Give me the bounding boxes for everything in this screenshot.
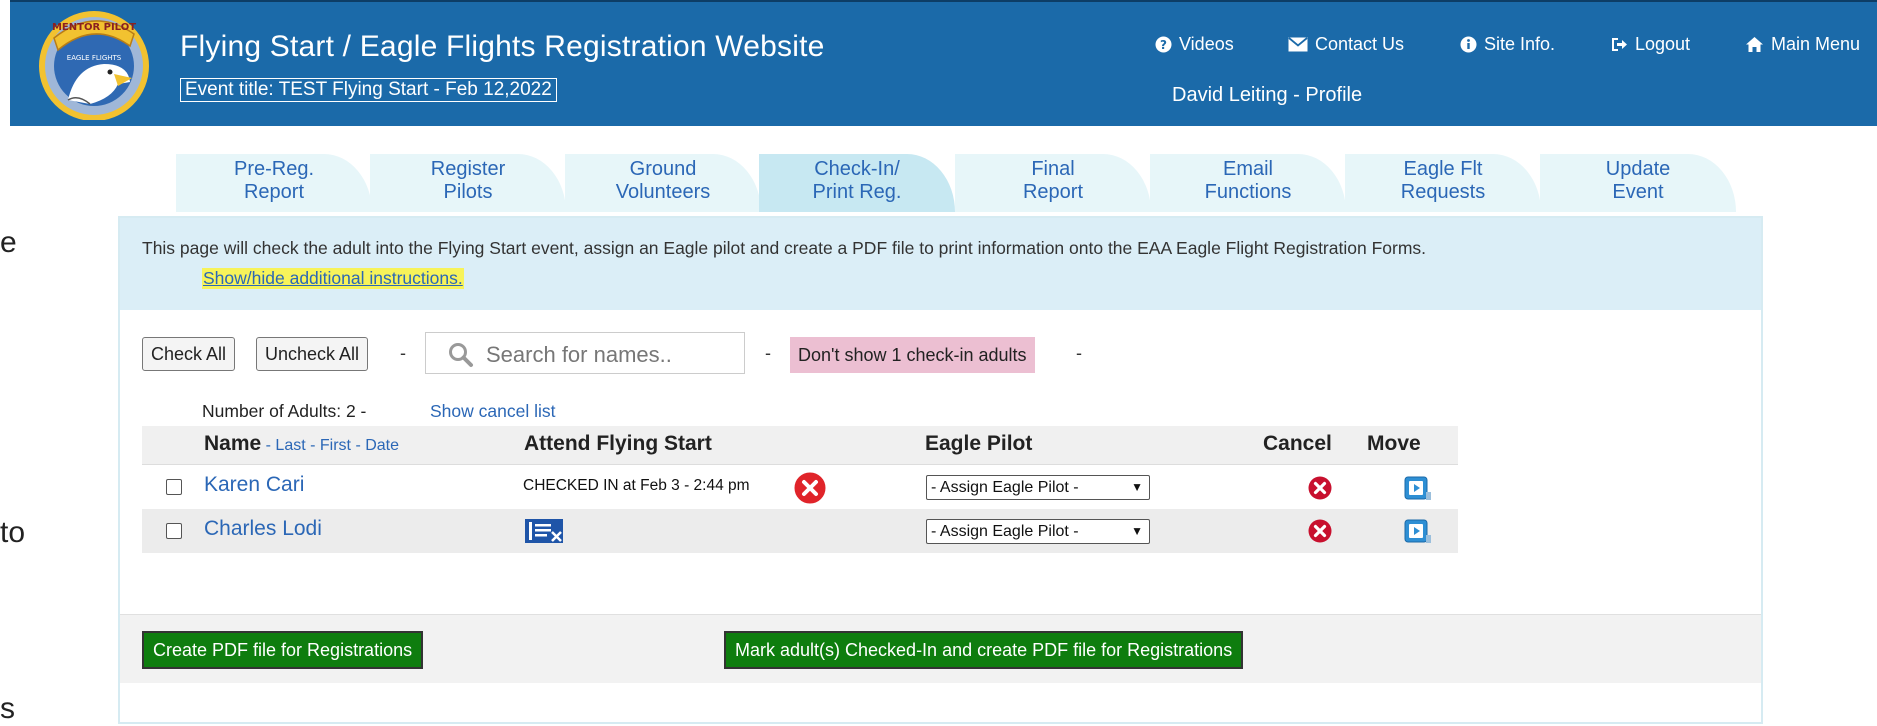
tab-label-line1: Email (1222, 158, 1273, 180)
mentor-pilot-logo: MENTOR PILOT EAGLE FLIGHTS (39, 11, 149, 120)
sort-links: - Last - First - Date (261, 437, 400, 454)
col-name-label: Name (204, 432, 262, 455)
person-name-link[interactable]: Charles Lodi (204, 517, 322, 541)
nav-main-menu-label: Main Menu (1771, 34, 1861, 54)
col-header-eagle-pilot: Eagle Pilot (925, 432, 1033, 455)
nav-contact-us[interactable]: Contact Us (1288, 34, 1404, 55)
tab-email-functions[interactable]: Email Functions (1150, 154, 1346, 212)
mark-checked-in-create-pdf-button[interactable]: Mark adult(s) Checked-In and create PDF … (724, 631, 1244, 669)
tab-label-line1: Pre-Reg. (233, 158, 315, 180)
search-icon (449, 343, 473, 367)
table-row: Karen Cari CHECKED IN at Feb 3 - 2:44 pm… (142, 465, 1458, 509)
svg-text:EAGLE FLIGHTS: EAGLE FLIGHTS (67, 54, 122, 62)
sort-last-link[interactable]: Last (275, 437, 305, 454)
nav-logout[interactable]: Logout (1610, 34, 1690, 55)
profile-link[interactable]: David Leiting - Profile (1172, 84, 1362, 107)
tab-label-line1: Check-In/ (814, 158, 900, 180)
tab-label-line2: Report (243, 181, 305, 203)
tab-update-event[interactable]: Update Event (1540, 154, 1736, 212)
action-bar: Create PDF file for Registrations Mark a… (120, 614, 1761, 683)
tab-ground-volunteers[interactable]: Ground Volunteers (565, 154, 761, 212)
chevron-down-icon: ▼ (1131, 480, 1143, 494)
tab-pre-reg-report[interactable]: Pre-Reg. Report (176, 154, 372, 212)
sort-first-link[interactable]: First (320, 437, 351, 454)
top-header-bar: MENTOR PILOT EAGLE FLIGHTS Flying Start … (10, 0, 1877, 126)
cancel-icon[interactable] (1308, 476, 1332, 500)
col-header-move: Move (1367, 432, 1421, 455)
cancel-icon[interactable] (1308, 519, 1332, 543)
eagle-pilot-select-value: - Assign Eagle Pilot - (931, 523, 1079, 540)
move-icon[interactable] (1404, 476, 1432, 502)
envelope-icon (1288, 37, 1308, 52)
separator-dash: - (400, 343, 406, 363)
nav-videos[interactable]: ? Videos (1155, 34, 1234, 55)
chevron-down-icon: ▼ (1131, 524, 1143, 538)
tab-label-line2: Requests (1400, 181, 1486, 203)
nav-videos-label: Videos (1179, 34, 1234, 54)
tab-label-line2: Functions (1204, 181, 1292, 203)
svg-text:MENTOR PILOT: MENTOR PILOT (52, 22, 136, 33)
uncheck-all-button[interactable]: Uncheck All (256, 337, 369, 371)
uncheck-x-icon[interactable] (793, 471, 827, 505)
dont-show-checked-in-toggle[interactable]: Don't show 1 check-in adults (790, 337, 1035, 373)
checked-in-status: CHECKED IN at Feb 3 - 2:44 pm (523, 477, 750, 494)
tab-label-line1: Ground (629, 158, 697, 180)
nav-logout-label: Logout (1635, 34, 1691, 54)
show-hide-instructions-link[interactable]: Show/hide additional instructions. (202, 268, 464, 289)
home-icon (1746, 37, 1763, 52)
tab-eagle-flt-requests[interactable]: Eagle Flt Requests (1345, 154, 1541, 212)
checkin-panel: This page will check the adult into the … (118, 216, 1763, 724)
app-title: Flying Start / Eagle Flights Registratio… (180, 30, 825, 63)
search-input[interactable]: Search for names.. (425, 332, 745, 374)
table-header: Name - Last - First - Date Attend Flying… (142, 426, 1458, 465)
side-text-fragment: s (0, 692, 15, 725)
svg-text:?: ? (1160, 38, 1167, 52)
adult-count: Number of Adults: 2 - (202, 401, 367, 421)
tab-final-report[interactable]: Final Report (955, 154, 1151, 212)
event-title: Event title: TEST Flying Start - Feb 12,… (180, 78, 557, 102)
logout-icon (1612, 38, 1627, 51)
tab-label-line2: Report (1022, 181, 1084, 203)
page-description: This page will check the adult into the … (142, 238, 1427, 258)
sort-date-link[interactable]: Date (365, 437, 399, 454)
eagle-pilot-select[interactable]: - Assign Eagle Pilot - ▼ (926, 475, 1150, 500)
side-text-fragment: to (0, 516, 26, 549)
tab-label-line1: Eagle Flt (1403, 158, 1483, 180)
info-circle-icon (1460, 36, 1477, 53)
tab-check-in-print-reg[interactable]: Check-In/ Print Reg. (759, 154, 955, 212)
row-checkbox[interactable] (166, 479, 182, 495)
person-name-link[interactable]: Karen Cari (204, 473, 304, 497)
separator-dash: - (765, 343, 771, 363)
table-row: Charles Lodi - Assign Eagle Pilot - ▼ (142, 509, 1458, 553)
nav-site-info-label: Site Info. (1484, 34, 1556, 54)
eagle-pilot-select[interactable]: - Assign Eagle Pilot - ▼ (926, 519, 1150, 544)
tab-label-line1: Update (1605, 158, 1671, 180)
side-text-fragment: e (0, 226, 17, 259)
nav-site-info[interactable]: Site Info. (1460, 34, 1555, 55)
tab-label-line1: Register (430, 158, 506, 180)
col-header-attend: Attend Flying Start (524, 432, 712, 455)
tab-label-line2: Event (1612, 181, 1664, 203)
tab-label-line1: Final (1031, 158, 1075, 180)
col-header-name: Name - Last - First - Date (204, 432, 399, 456)
tab-label-line2: Pilots (443, 181, 493, 203)
separator-dash: - (1076, 343, 1082, 363)
nav-contact-label: Contact Us (1315, 34, 1405, 54)
tab-label-line2: Print Reg. (812, 181, 902, 203)
create-pdf-button[interactable]: Create PDF file for Registrations (142, 631, 424, 669)
col-header-cancel: Cancel (1263, 432, 1332, 455)
nav-main-menu[interactable]: Main Menu (1745, 34, 1860, 55)
move-icon[interactable] (1404, 519, 1432, 545)
row-checkbox[interactable] (166, 523, 182, 539)
question-circle-icon: ? (1155, 36, 1172, 53)
tab-register-pilots[interactable]: Register Pilots (370, 154, 566, 212)
search-placeholder: Search for names.. (486, 342, 672, 367)
tab-label-line2: Volunteers (615, 181, 711, 203)
checkin-card-icon[interactable] (525, 519, 565, 545)
info-band: This page will check the adult into the … (120, 218, 1761, 310)
check-all-button[interactable]: Check All (142, 337, 236, 371)
eagle-pilot-select-value: - Assign Eagle Pilot - (931, 479, 1079, 496)
show-cancel-list-link[interactable]: Show cancel list (430, 401, 555, 422)
